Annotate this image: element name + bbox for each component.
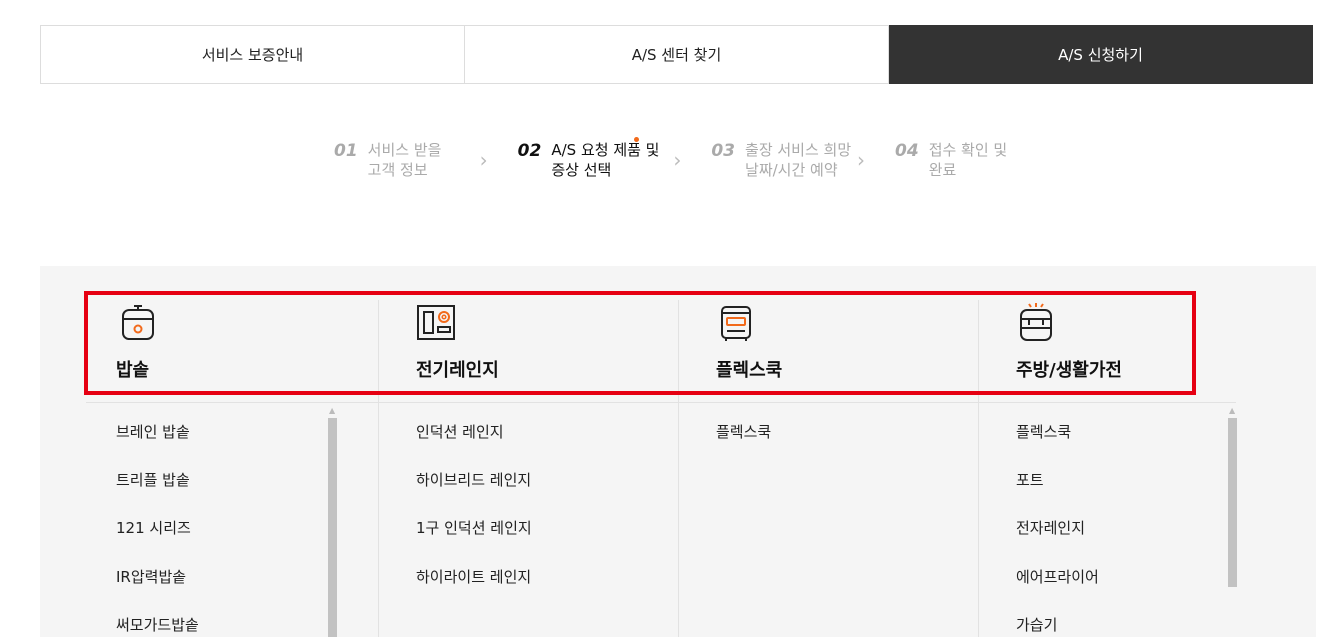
list-item[interactable]: 하이라이트 레인지 <box>416 566 531 587</box>
step-number: 03 <box>711 141 736 161</box>
list-item[interactable]: 플렉스쿡 <box>1016 421 1071 442</box>
list-item[interactable]: 써모가드밥솥 <box>116 614 199 635</box>
scroll-up-arrow-icon[interactable]: ▲ <box>1229 406 1235 415</box>
column-divider <box>378 300 379 637</box>
flexcook-icon[interactable] <box>716 302 756 342</box>
list-item[interactable]: 에어프라이어 <box>1016 566 1099 587</box>
step-2: 02 A/S 요청 제품 및 증상 선택 <box>517 137 674 180</box>
list-item[interactable]: 트리플 밥솥 <box>116 469 190 490</box>
category-electric-range[interactable]: 전기레인지 <box>416 356 499 382</box>
scrollbar-thumb[interactable] <box>328 418 337 637</box>
list-item[interactable]: 하이브리드 레인지 <box>416 469 531 490</box>
step-label: 출장 서비스 희망 날짜/시간 예약 <box>745 141 852 179</box>
chevron-right-icon: › <box>857 148 866 172</box>
step-label: 접수 확인 및 완료 <box>928 141 1008 179</box>
electric-range-icon[interactable] <box>416 302 456 342</box>
step-number: 04 <box>895 141 919 161</box>
list-item[interactable]: 1구 인덕션 레인지 <box>416 517 532 538</box>
category-rice-cooker[interactable]: 밥솥 <box>116 356 149 382</box>
list-item[interactable]: 인덕션 레인지 <box>416 421 504 442</box>
step-1: 01 서비스 받을 고객 정보 <box>334 140 480 180</box>
progress-steps: 01 서비스 받을 고객 정보 › 02 A/S 요청 제품 및 증상 선택 ›… <box>334 137 1041 180</box>
step-label: 서비스 받을 고객 정보 <box>367 141 442 179</box>
chevron-right-icon: › <box>479 148 488 172</box>
category-kitchen-appliance[interactable]: 주방/생활가전 <box>1016 356 1122 382</box>
tab-find-center[interactable]: A/S 센터 찾기 <box>465 25 889 84</box>
tab-warranty-info[interactable]: 서비스 보증안내 <box>40 25 465 84</box>
header-divider <box>86 402 1236 403</box>
chevron-right-icon: › <box>673 148 682 172</box>
list-item[interactable]: 전자레인지 <box>1016 517 1085 538</box>
list-item[interactable]: 브레인 밥솥 <box>116 421 190 442</box>
column-divider <box>678 300 679 637</box>
step-number: 02 <box>517 141 542 161</box>
column-divider <box>978 300 979 637</box>
step-4: 04 접수 확인 및 완료 <box>895 140 1041 180</box>
list-item[interactable]: 121 시리즈 <box>116 517 191 538</box>
scrollbar-thumb[interactable] <box>1228 418 1237 587</box>
step-3: 03 출장 서비스 희망 날짜/시간 예약 <box>711 140 857 180</box>
step-label: A/S 요청 제품 및 증상 선택 <box>551 141 660 179</box>
list-item[interactable]: 플렉스쿡 <box>716 421 771 442</box>
list-item[interactable]: 가습기 <box>1016 614 1057 635</box>
step-number: 01 <box>334 141 358 161</box>
rice-cooker-icon[interactable] <box>118 302 158 342</box>
category-flexcook[interactable]: 플렉스쿡 <box>716 356 782 382</box>
list-item[interactable]: 포트 <box>1016 469 1044 490</box>
kitchen-appliance-icon[interactable] <box>1016 302 1056 342</box>
service-tabs: 서비스 보증안내 A/S 센터 찾기 A/S 신청하기 <box>40 25 1313 84</box>
tab-apply-as[interactable]: A/S 신청하기 <box>889 25 1313 84</box>
current-step-dot <box>633 137 639 142</box>
scroll-up-arrow-icon[interactable]: ▲ <box>329 406 335 415</box>
list-item[interactable]: IR압력밥솥 <box>116 566 186 587</box>
